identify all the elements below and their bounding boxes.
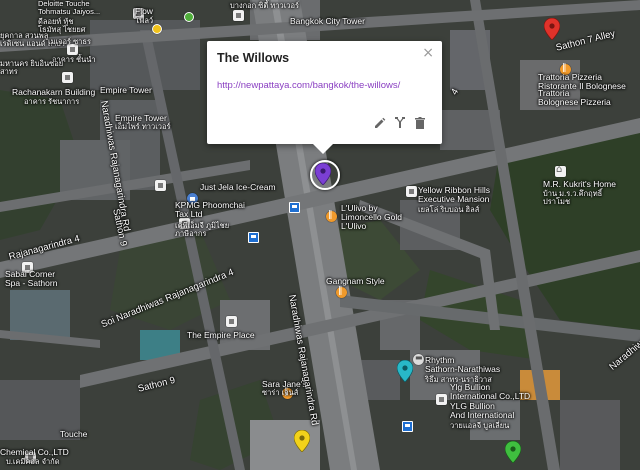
place-label-rachanakarn-thai[interactable]: อาคาร รัชนาการ bbox=[24, 98, 79, 106]
style-icon[interactable] bbox=[393, 116, 407, 130]
place-label-rhythm[interactable]: Rhythm Sathorn-Narathiwas bbox=[425, 356, 500, 374]
place-label-trattoria-2[interactable]: Trattoria Bolognese Pizzeria bbox=[538, 89, 611, 107]
bus-stop-icon[interactable] bbox=[402, 421, 413, 432]
lodging-icon[interactable] bbox=[413, 353, 424, 365]
place-label-just-jela[interactable]: Just Jela Ice-Cream bbox=[200, 183, 276, 192]
building-icon[interactable] bbox=[155, 180, 166, 191]
building-icon[interactable] bbox=[226, 316, 237, 327]
transit-station-icon[interactable] bbox=[152, 24, 162, 34]
place-label-kpmg-thai[interactable]: เคพีเอ็มจี ภูมิไชย ภาษีอากร bbox=[175, 222, 229, 238]
map-marker-red[interactable] bbox=[544, 18, 560, 40]
info-window: The Willows × http://newpattaya.com/bang… bbox=[207, 41, 442, 154]
restaurant-icon[interactable] bbox=[326, 210, 337, 222]
place-label-gangnam[interactable]: Gangnam Style bbox=[326, 277, 385, 286]
place-label-empire-place[interactable]: The Empire Place bbox=[187, 331, 255, 340]
close-icon[interactable]: × bbox=[422, 45, 434, 61]
place-label-bangkok-city-tower[interactable]: Bangkok City Tower bbox=[290, 17, 365, 26]
map-marker-green[interactable] bbox=[505, 441, 521, 463]
building-icon[interactable] bbox=[436, 394, 447, 405]
place-label-deloitte[interactable]: Deloitte Touche Tohmatsu Jaiyos... bbox=[38, 0, 100, 16]
museum-icon[interactable] bbox=[555, 164, 566, 177]
place-label-mr-kukrit-thai[interactable]: บ้าน ม.ร.ว.คึกฤทธิ์ ปราโมช bbox=[543, 190, 602, 206]
place-label-ylg[interactable]: Ylg Bullion International Co.,LTD bbox=[450, 383, 530, 401]
place-label-rachanakarn[interactable]: Rachanakarn Building bbox=[12, 88, 95, 97]
place-label-bangkok-city-tower-thai[interactable]: บางกอก ซิตี้ ทาวเวอร์ bbox=[230, 2, 299, 10]
place-label-empire-tower-thai[interactable]: เอ็มไพร์ ทาวเวอร์ bbox=[115, 123, 171, 131]
place-label-thai[interactable]: มหานคร ยิบอินซอย สาทร bbox=[0, 60, 63, 76]
place-label-chemical[interactable]: Chemical Co.,LTD bbox=[0, 448, 69, 457]
map-marker-cyan[interactable] bbox=[397, 360, 413, 382]
map-marker-yellow[interactable] bbox=[294, 430, 310, 452]
place-label-flow[interactable]: Flow bbox=[135, 7, 153, 16]
place-label-yellow-ribbon[interactable]: Yellow Ribbon Hills Executive Mansion bbox=[418, 186, 490, 204]
place-label-sarajane-thai[interactable]: ซาร่า เจนส์ bbox=[262, 389, 298, 397]
map-marker-selected[interactable] bbox=[315, 163, 331, 185]
building-icon[interactable] bbox=[233, 10, 244, 21]
edit-icon[interactable] bbox=[373, 116, 387, 130]
restaurant-icon[interactable] bbox=[336, 286, 347, 298]
transit-station-icon[interactable] bbox=[184, 12, 194, 22]
place-label-flow-thai[interactable]: โฟลว์ bbox=[135, 17, 153, 25]
delete-icon[interactable] bbox=[413, 116, 427, 130]
place-label-ulivo-2[interactable]: L'Ulivo bbox=[341, 222, 366, 231]
building-icon[interactable] bbox=[62, 72, 73, 83]
place-label-ylg-2[interactable]: YLG Bullion And International bbox=[450, 402, 514, 420]
place-label-chemical-thai[interactable]: บ.เคมีคอล จำกัด bbox=[6, 458, 60, 466]
place-label-empire-tower[interactable]: Empire Tower bbox=[100, 86, 152, 95]
info-window-title: The Willows bbox=[217, 51, 290, 65]
place-label-mr-kukrit[interactable]: M.R. Kukrit's Home bbox=[543, 180, 616, 189]
place-label-touche[interactable]: Touche bbox=[60, 430, 87, 439]
building-icon[interactable] bbox=[406, 186, 417, 197]
bus-stop-icon[interactable] bbox=[289, 202, 300, 213]
place-label-sabai[interactable]: Sabai Corner Spa - Sathorn bbox=[5, 270, 57, 288]
place-label-yellow-ribbon-thai[interactable]: เยลโล่ ริบบอน ฮิลส์ bbox=[418, 206, 479, 214]
place-label-thai[interactable]: เมเจอร์ ซาธร bbox=[48, 38, 91, 46]
place-label-ylg-thai[interactable]: วายแอลจี บูลเลี่ยน bbox=[450, 422, 509, 430]
place-label-kpmg[interactable]: KPMG Phoomchai Tax Ltd bbox=[175, 201, 245, 219]
info-window-link[interactable]: http://newpattaya.com/bangkok/the-willow… bbox=[217, 80, 400, 91]
place-label-ulivo[interactable]: L'Ulivo by Limoncello Gold bbox=[341, 204, 402, 222]
bus-stop-icon[interactable] bbox=[248, 232, 259, 243]
